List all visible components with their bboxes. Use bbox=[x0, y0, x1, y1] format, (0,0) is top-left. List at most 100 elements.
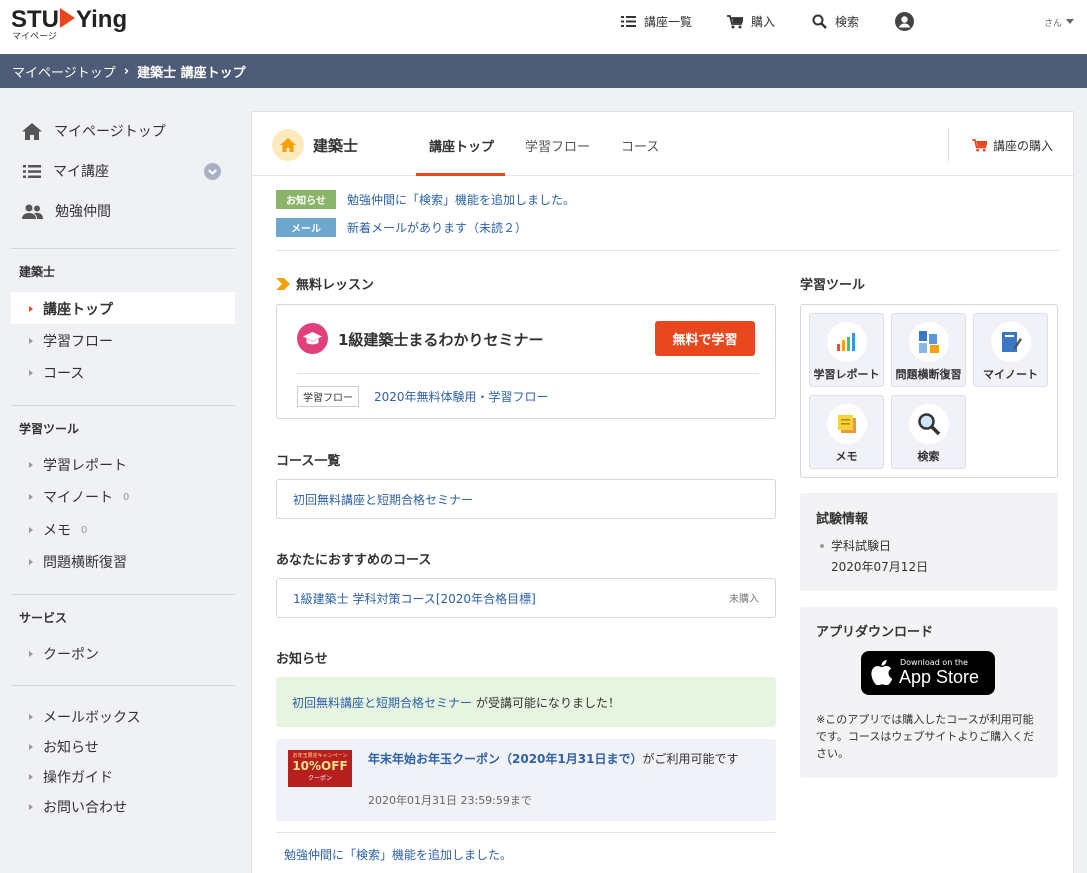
notice-badge: お知らせ bbox=[276, 190, 336, 209]
free-lesson-card: 1級建築士まるわかりセミナー 無料で学習 学習フロー 2020年無料体験用・学習… bbox=[276, 304, 776, 419]
news-title: お知らせ bbox=[276, 652, 328, 667]
course-link[interactable]: 初回無料講座と短期合格セミナー bbox=[293, 491, 473, 508]
course-list-item[interactable]: 初回無料講座と短期合格セミナー bbox=[276, 479, 776, 519]
recommended-item[interactable]: 1級建築士 学科対策コース[2020年合格目標] 未購入 bbox=[276, 578, 776, 618]
news-link[interactable]: 勉強仲間に「検索」機能を追加しました。 bbox=[284, 846, 512, 863]
people-icon bbox=[22, 204, 43, 219]
tool-search[interactable]: 検索 bbox=[891, 395, 966, 469]
sidebar-item-label: 問題横断復習 bbox=[43, 555, 127, 571]
news-green-box: 初回無料講座と短期合格セミナー が受講可能になりました！ bbox=[276, 677, 776, 727]
sidebar-item-study-buddies[interactable]: 勉強仲間 bbox=[22, 201, 111, 221]
buy-course-link[interactable]: 講座の購入 bbox=[972, 137, 1053, 154]
chevron-down-icon[interactable] bbox=[204, 163, 221, 180]
nav-course-list[interactable]: 講座一覧 bbox=[621, 13, 692, 30]
notebook-icon bbox=[991, 322, 1031, 362]
news-green-link[interactable]: 初回無料講座と短期合格セミナー bbox=[292, 694, 472, 711]
free-lesson-title: 無料レッスン bbox=[296, 278, 375, 293]
recommended-course-link[interactable]: 1級建築士 学科対策コース[2020年合格目標] bbox=[293, 590, 536, 607]
free-flow-link[interactable]: 2020年無料体験用・学習フロー bbox=[374, 388, 549, 405]
top-header: STU Ying マイページ 講座一覧 購入 検索 さん bbox=[0, 0, 1087, 54]
sidebar-item-memo[interactable]: メモ 0 bbox=[29, 520, 87, 540]
app-store-line1: Download on the bbox=[900, 658, 968, 667]
arrow-right-icon bbox=[29, 370, 33, 376]
chevron-down-icon[interactable] bbox=[1066, 19, 1074, 24]
arrow-right-icon bbox=[29, 527, 33, 533]
coupon-banner-line3: クーポン bbox=[307, 775, 332, 782]
breadcrumb: マイページトップ › 建築士 講座トップ bbox=[0, 54, 1087, 88]
user-name[interactable]: さん bbox=[1044, 16, 1062, 29]
sidebar-heading-architect: 建築士 bbox=[19, 265, 56, 279]
tab-study-flow[interactable]: 学習フロー bbox=[525, 136, 590, 155]
category-title: 建築士 bbox=[313, 137, 359, 155]
mail-row: メール 新着メールがあります（未読２） bbox=[276, 218, 527, 237]
tool-my-note[interactable]: マイノート bbox=[973, 313, 1048, 387]
notice-link[interactable]: 勉強仲間に「検索」機能を追加しました。 bbox=[347, 191, 575, 208]
coupon-suffix: がご利用可能です bbox=[642, 752, 739, 766]
sidebar-item-label: メールボックス bbox=[43, 710, 141, 726]
sidebar-item-course[interactable]: コース bbox=[29, 363, 84, 383]
app-store-line2: App Store bbox=[899, 667, 980, 687]
sidebar-item-my-note[interactable]: マイノート 0 bbox=[29, 487, 129, 507]
sidebar-item-my-courses[interactable]: マイ講座 bbox=[23, 161, 109, 181]
buy-course-label: 講座の購入 bbox=[993, 139, 1054, 153]
divider bbox=[297, 373, 759, 374]
search-icon bbox=[812, 14, 827, 29]
sidebar-item-news[interactable]: お知らせ bbox=[29, 737, 99, 757]
sidebar-item-mailbox[interactable]: メールボックス bbox=[29, 707, 141, 727]
coupon-news-box: お年玉限定キャンペーン 10%OFF クーポン 年末年始お年玉クーポン（2020… bbox=[276, 739, 776, 821]
tab-course[interactable]: コース bbox=[621, 136, 659, 155]
sidebar-item-label: 学習レポート bbox=[43, 458, 127, 474]
tool-cross-review[interactable]: 問題横断復習 bbox=[891, 313, 966, 387]
news-green-text: が受講可能になりました！ bbox=[476, 695, 621, 710]
app-download-card: アプリダウンロード Download on the App Store ※このア… bbox=[800, 607, 1058, 778]
sidebar-item-label: お問い合わせ bbox=[43, 800, 127, 816]
tab-course-top[interactable]: 講座トップ bbox=[429, 136, 494, 155]
sidebar-divider bbox=[11, 594, 235, 595]
nav-search[interactable]: 検索 bbox=[812, 13, 859, 30]
list-icon bbox=[23, 164, 41, 178]
sidebar-item-contact[interactable]: お問い合わせ bbox=[29, 797, 127, 817]
sidebar-item-study-flow[interactable]: 学習フロー bbox=[29, 331, 113, 351]
sidebar-item-label: 学習フロー bbox=[43, 334, 113, 350]
sidebar-item-cross-review[interactable]: 問題横断復習 bbox=[29, 552, 127, 572]
sidebar-item-coupon[interactable]: クーポン bbox=[29, 644, 99, 664]
arrow-right-icon bbox=[29, 338, 33, 344]
sidebar-item-label: マイノート bbox=[43, 490, 113, 506]
tool-memo[interactable]: メモ bbox=[809, 395, 884, 469]
count-badge: 0 bbox=[81, 524, 88, 536]
main-panel: 建築士 講座トップ 学習フロー コース 講座の購入 お知らせ 勉強仲間に「検索」… bbox=[251, 111, 1074, 873]
sidebar-item-label: マイ講座 bbox=[53, 164, 109, 180]
category-badge bbox=[272, 129, 304, 161]
exam-info-card: 試験情報 学科試験日 2020年07月12日 bbox=[800, 493, 1058, 591]
sidebar-item-label: 講座トップ bbox=[43, 302, 113, 318]
breadcrumb-separator: › bbox=[123, 63, 130, 79]
sidebar-item-label: 操作ガイド bbox=[43, 770, 113, 786]
tool-study-report[interactable]: 学習レポート bbox=[809, 313, 884, 387]
mail-link[interactable]: 新着メールがあります（未読２） bbox=[347, 219, 527, 236]
tabs-divider bbox=[948, 128, 949, 161]
breadcrumb-mypage[interactable]: マイページトップ bbox=[12, 62, 116, 81]
app-download-title: アプリダウンロード bbox=[816, 625, 934, 640]
tool-label: 検索 bbox=[917, 450, 940, 463]
course-list-title: コース一覧 bbox=[276, 454, 341, 469]
sidebar-item-label: メモ bbox=[43, 523, 71, 539]
home-icon bbox=[280, 138, 296, 152]
arrow-right-icon bbox=[29, 651, 33, 657]
sidebar-item-course-top[interactable]: 講座トップ bbox=[29, 299, 113, 319]
sidebar-item-study-report[interactable]: 学習レポート bbox=[29, 455, 127, 475]
seminar-title[interactable]: 1級建築士まるわかりセミナー bbox=[338, 329, 543, 350]
nav-user[interactable] bbox=[895, 12, 922, 31]
sidebar-item-guide[interactable]: 操作ガイド bbox=[29, 767, 113, 787]
free-study-button[interactable]: 無料で学習 bbox=[655, 321, 755, 356]
cart-icon bbox=[972, 139, 987, 152]
arrow-right-icon bbox=[29, 559, 33, 565]
tools-card: 学習レポート 問題横断復習 マイノート メモ 検索 bbox=[800, 304, 1058, 478]
chevron-right-icon bbox=[276, 277, 290, 290]
sidebar-item-mypage-top[interactable]: マイページトップ bbox=[22, 121, 166, 141]
sidebar-heading-service: サービス bbox=[19, 611, 68, 625]
nav-purchase[interactable]: 購入 bbox=[727, 13, 775, 30]
coupon-link[interactable]: 年末年始お年玉クーポン（2020年1月31日まで） bbox=[368, 752, 642, 766]
coupon-banner[interactable]: お年玉限定キャンペーン 10%OFF クーポン bbox=[288, 750, 352, 787]
flow-tag: 学習フロー bbox=[297, 386, 359, 407]
app-store-button[interactable]: Download on the App Store bbox=[861, 651, 995, 695]
